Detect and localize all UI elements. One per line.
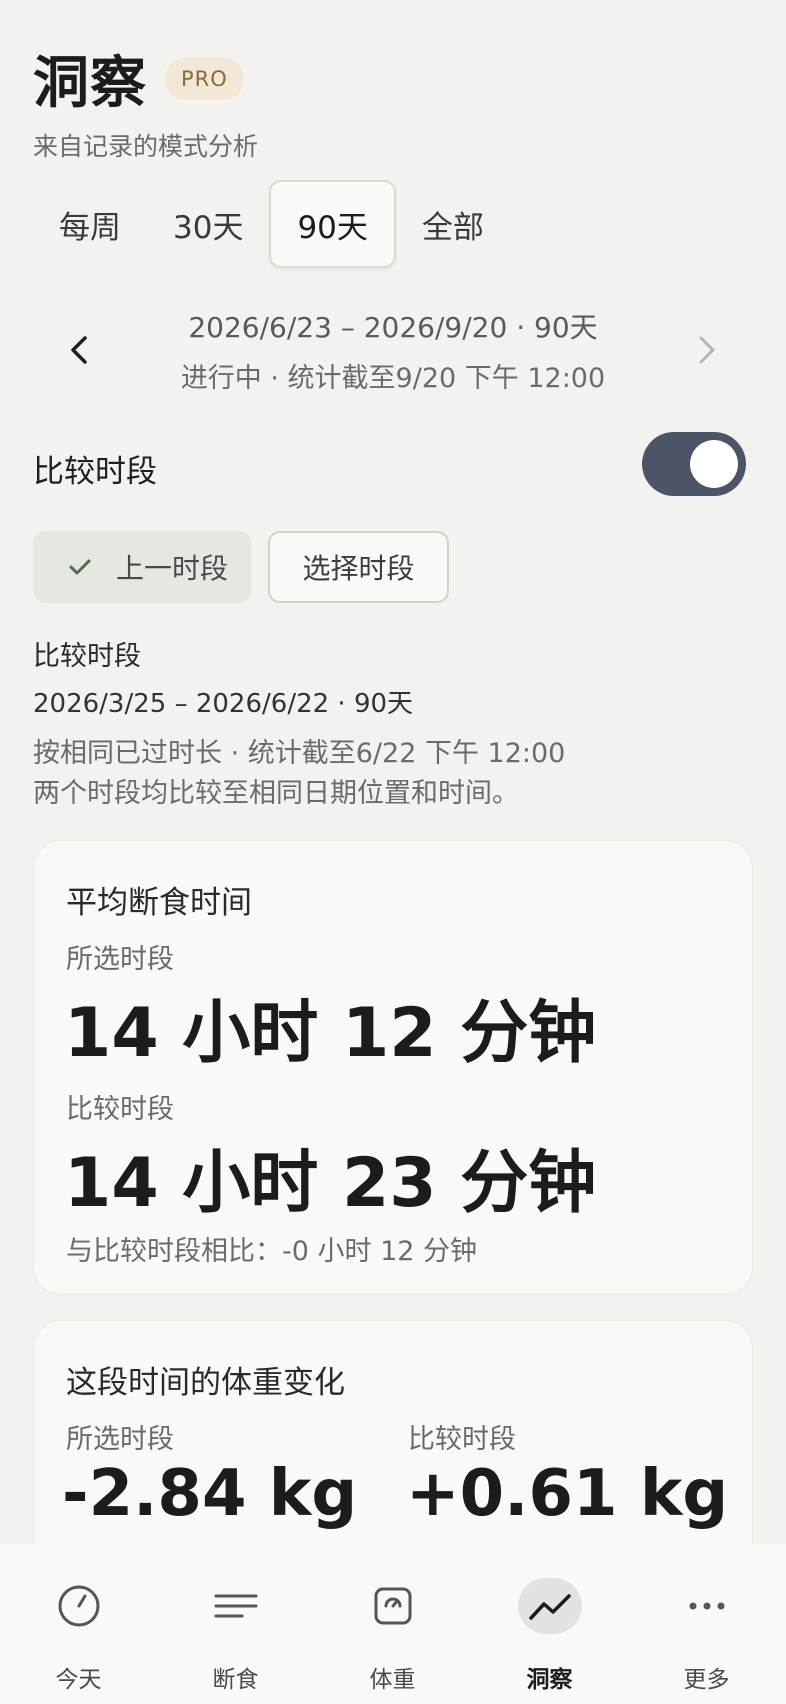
card-title: 平均断食时间	[66, 885, 252, 921]
next-period-button[interactable]	[684, 328, 728, 372]
nav-icon-wrap	[361, 1578, 425, 1634]
nav-today[interactable]: 今天	[0, 1544, 157, 1704]
tab-weekly[interactable]: 每周	[33, 180, 147, 268]
previous-period-label: 上一时段	[115, 552, 228, 585]
nav-label: 洞察	[526, 1667, 573, 1693]
chevron-right-icon	[699, 336, 715, 364]
tab-90-days[interactable]: 90天	[269, 180, 396, 268]
nav-label: 断食	[212, 1667, 259, 1693]
lines-icon	[214, 1594, 258, 1618]
compare-info-range: 2026/3/25 – 2026/6/22 · 90天	[33, 689, 414, 719]
compare-period-label: 比较时段	[66, 1094, 174, 1125]
page-title: 洞察	[33, 51, 147, 116]
compare-info-note: 按相同已过时长 · 统计截至6/22 下午 12:00 两个时段均比较至相同日期…	[33, 734, 565, 814]
header: 洞察 PRO 来自记录的模式分析	[33, 38, 258, 163]
nav-label: 更多	[683, 1667, 730, 1693]
nav-insights[interactable]: 洞察	[471, 1544, 628, 1704]
select-period-chip[interactable]: 选择时段	[268, 531, 449, 603]
compare-info-note-line1: 按相同已过时长 · 统计截至6/22 下午 12:00	[33, 738, 566, 769]
check-icon	[69, 559, 91, 575]
compare-toggle-row: 比较时段	[33, 430, 746, 500]
nav-icon-wrap	[675, 1578, 739, 1634]
nav-label: 体重	[369, 1667, 416, 1693]
selected-period-label: 所选时段	[66, 944, 174, 975]
compare-info-note-line2: 两个时段均比较至相同日期位置和时间。	[33, 778, 519, 809]
compare-period-label: 比较时段	[408, 1424, 516, 1455]
compare-info-title: 比较时段	[33, 641, 141, 672]
nav-fasting[interactable]: 断食	[157, 1544, 314, 1704]
period-range: 2026/6/23 – 2026/9/20 · 90天	[188, 311, 598, 344]
nav-icon-wrap	[47, 1578, 111, 1634]
toggle-knob	[690, 440, 738, 488]
pro-badge: PRO	[165, 57, 244, 100]
scale-icon	[374, 1587, 412, 1625]
average-fasting-card: 平均断食时间 所选时段 14 小时 12 分钟 比较时段 14 小时 23 分钟…	[33, 840, 753, 1295]
period-navigator: 2026/6/23 – 2026/9/20 · 90天 进行中 · 统计截至9/…	[0, 300, 786, 400]
selected-period-label: 所选时段	[66, 1424, 174, 1455]
range-tabs: 每周 30天 90天 全部	[33, 180, 510, 268]
trend-icon	[529, 1594, 571, 1620]
nav-more[interactable]: 更多	[628, 1544, 785, 1704]
chevron-left-icon	[71, 336, 87, 364]
insights-screen: 洞察 PRO 来自记录的模式分析 每周 30天 90天 全部 2026/6/23…	[0, 0, 786, 1704]
compare-fasting-value: 14 小时 23 分钟	[64, 1144, 597, 1223]
tab-30-days[interactable]: 30天	[147, 180, 269, 268]
selected-weight-value: -2.84 kg	[62, 1457, 358, 1531]
nav-icon-wrap	[518, 1578, 582, 1634]
nav-weight[interactable]: 体重	[314, 1544, 471, 1704]
period-status: 进行中 · 统计截至9/20 下午 12:00	[180, 363, 606, 394]
compare-period-info: 比较时段 2026/3/25 – 2026/6/22 · 90天 按相同已过时长…	[33, 634, 565, 814]
page-subtitle: 来自记录的模式分析	[33, 132, 259, 161]
prev-period-button[interactable]	[58, 328, 102, 372]
compare-chips: 上一时段 选择时段	[33, 531, 449, 603]
tab-all[interactable]: 全部	[396, 180, 510, 268]
nav-icon-wrap	[204, 1578, 268, 1634]
bottom-navigation: 今天 断食 体重 洞察 更多	[0, 1544, 786, 1704]
compare-label: 比较时段	[33, 454, 157, 490]
nav-label: 今天	[55, 1667, 102, 1693]
fasting-diff: 与比较时段相比：-0 小时 12 分钟	[66, 1236, 478, 1267]
card-title: 这段时间的体重变化	[66, 1365, 345, 1401]
title-row: 洞察 PRO	[33, 38, 258, 119]
clock-icon	[58, 1585, 100, 1627]
compare-weight-value: +0.61 kg	[406, 1457, 729, 1531]
previous-period-chip[interactable]: 上一时段	[33, 531, 251, 603]
selected-fasting-value: 14 小时 12 分钟	[64, 994, 597, 1073]
compare-toggle[interactable]	[642, 432, 746, 496]
more-icon	[689, 1602, 725, 1610]
